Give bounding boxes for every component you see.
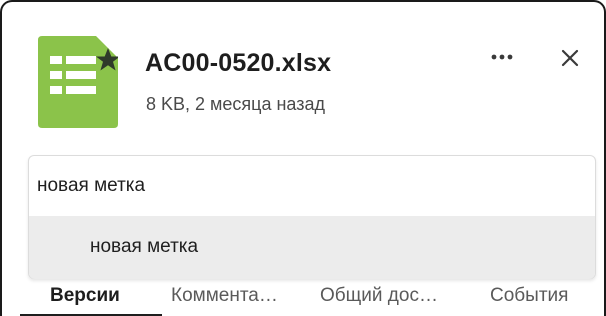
close-button[interactable] bbox=[552, 40, 588, 76]
close-icon bbox=[561, 49, 579, 67]
more-horizontal-icon bbox=[491, 54, 513, 60]
tag-autocomplete: новая метка bbox=[28, 155, 596, 279]
file-meta: 8 KB, 2 месяца назад bbox=[146, 94, 326, 114]
tag-input[interactable] bbox=[29, 156, 595, 216]
tab-comments[interactable]: Коммента… bbox=[171, 285, 278, 307]
tab-sharing[interactable]: Общий дос… bbox=[320, 285, 438, 307]
tab-versions[interactable]: Версии bbox=[50, 285, 120, 307]
tag-suggestion-item[interactable]: новая метка bbox=[29, 216, 595, 279]
file-details-panel: AC00-0520.xlsx 8 KB, 2 месяца назад нова… bbox=[0, 0, 606, 316]
file-name: AC00-0520.xlsx bbox=[145, 49, 332, 77]
spreadsheet-icon bbox=[38, 36, 120, 128]
tag-suggestion-label: новая метка bbox=[90, 236, 199, 257]
more-button[interactable] bbox=[484, 42, 520, 72]
tab-events[interactable]: События bbox=[490, 285, 568, 307]
details-tabs: Версии Коммента… Общий дос… События bbox=[2, 279, 604, 316]
